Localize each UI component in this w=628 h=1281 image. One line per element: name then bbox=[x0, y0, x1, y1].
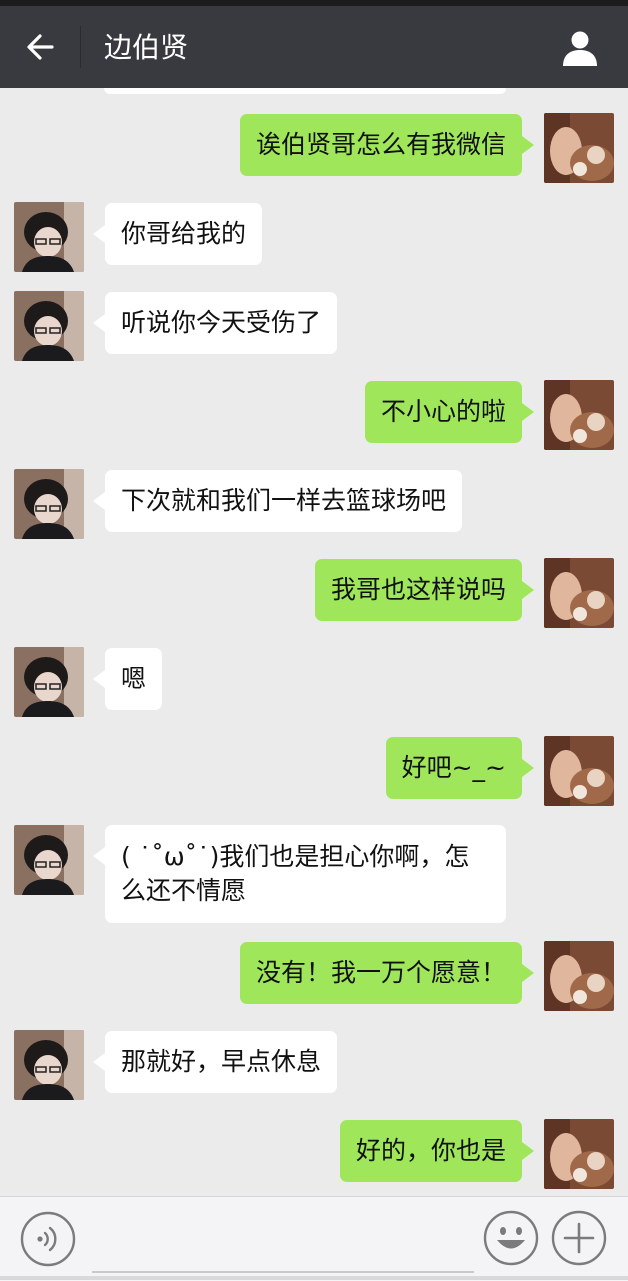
message-bubble-incoming[interactable]: 听说你今天受伤了 bbox=[92, 292, 338, 354]
contact-avatar[interactable] bbox=[14, 647, 84, 717]
voice-icon bbox=[20, 1211, 76, 1267]
my-avatar[interactable] bbox=[544, 558, 614, 628]
chat-title: 边伯贤 bbox=[104, 31, 189, 64]
more-button[interactable] bbox=[550, 1209, 608, 1267]
plus-icon bbox=[551, 1210, 607, 1266]
back-button[interactable] bbox=[14, 22, 66, 72]
contact-avatar[interactable] bbox=[14, 1030, 84, 1100]
contact-avatar[interactable] bbox=[14, 825, 84, 895]
emoji-button[interactable] bbox=[482, 1209, 540, 1267]
profile-button[interactable] bbox=[552, 22, 608, 74]
my-avatar[interactable] bbox=[544, 1119, 614, 1189]
message-bubble-outgoing[interactable]: 我哥也这样说吗 bbox=[314, 559, 535, 621]
contact-avatar[interactable] bbox=[14, 202, 84, 272]
partial-message-bubble bbox=[104, 88, 506, 94]
message-bubble-incoming[interactable]: 下次就和我们一样去篮球场吧 bbox=[92, 470, 463, 532]
contact-avatar[interactable] bbox=[14, 469, 84, 539]
message-input[interactable] bbox=[92, 1207, 474, 1273]
message-bubble-incoming[interactable]: 嗯 bbox=[92, 648, 163, 710]
contact-avatar[interactable] bbox=[14, 291, 84, 361]
message-bubble-outgoing[interactable]: 诶伯贤哥怎么有我微信 bbox=[239, 114, 535, 176]
my-avatar[interactable] bbox=[544, 113, 614, 183]
person-icon bbox=[563, 31, 597, 66]
voice-button[interactable] bbox=[20, 1211, 76, 1267]
message-bubble-outgoing[interactable]: 好的，你也是 bbox=[339, 1120, 535, 1182]
message-bubble-outgoing[interactable]: 好吧~_~ bbox=[385, 737, 535, 799]
chat-header: 边伯贤 bbox=[0, 6, 628, 88]
message-bubble-outgoing[interactable]: 不小心的啦 bbox=[364, 381, 535, 443]
my-avatar[interactable] bbox=[544, 736, 614, 806]
arrow-left-icon bbox=[27, 34, 54, 60]
message-bubble-outgoing[interactable]: 没有！我一万个愿意！ bbox=[239, 942, 535, 1004]
header-divider bbox=[80, 26, 81, 68]
message-list[interactable]: 诶伯贤哥怎么有我微信 你哥给我的 听说你今天受伤了 不小心的啦 下次就和我们一样… bbox=[0, 88, 628, 1196]
bottom-edge bbox=[0, 1276, 628, 1280]
my-avatar[interactable] bbox=[544, 380, 614, 450]
message-bubble-incoming[interactable]: ( ˙˚ω˚˙)我们也是担心你啊，怎么还不情愿 bbox=[93, 825, 506, 923]
my-avatar[interactable] bbox=[544, 941, 614, 1011]
emoji-icon bbox=[483, 1210, 539, 1266]
message-bubble-incoming[interactable]: 那就好，早点休息 bbox=[92, 1031, 338, 1093]
message-bubble-incoming[interactable]: 你哥给我的 bbox=[92, 203, 263, 265]
input-bar bbox=[0, 1196, 628, 1281]
